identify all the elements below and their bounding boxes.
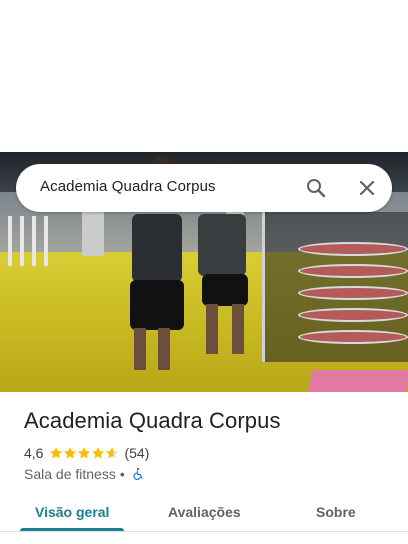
photo-trampoline — [298, 330, 408, 344]
photo-trampoline — [298, 286, 408, 300]
photo-trampoline — [298, 308, 408, 322]
search-bar[interactable]: Academia Quadra Corpus — [16, 164, 392, 212]
rating-value: 4,6 — [24, 445, 44, 461]
photo-trampoline — [298, 242, 408, 256]
place-category[interactable]: Sala de fitness — [24, 466, 116, 482]
tabs-divider — [0, 531, 408, 532]
search-icon[interactable] — [304, 176, 328, 200]
place-title: Academia Quadra Corpus — [24, 408, 281, 433]
tab-reviews[interactable]: Avaliações — [168, 504, 241, 520]
search-input[interactable]: Academia Quadra Corpus — [40, 178, 216, 195]
tab-about[interactable]: Sobre — [316, 504, 356, 520]
star-icon — [50, 447, 63, 459]
star-icon — [92, 447, 105, 459]
star-icon — [78, 447, 91, 459]
separator-dot: • — [119, 466, 125, 482]
tab-overview[interactable]: Visão geral — [35, 504, 109, 520]
photo-bikes — [0, 216, 54, 276]
close-icon[interactable] — [355, 176, 379, 200]
star-half-icon — [106, 447, 119, 459]
wheelchair-icon — [133, 467, 143, 480]
rating-row[interactable]: 4,6 (54) — [24, 444, 149, 462]
review-count[interactable]: (54) — [124, 445, 149, 461]
star-icon — [64, 447, 77, 459]
place-tabs: Visão geral Avaliações Sobre — [0, 496, 408, 544]
photo-trampoline — [298, 264, 408, 278]
photo-mat — [307, 370, 408, 392]
star-rating — [49, 446, 119, 460]
category-row: Sala de fitness • — [24, 466, 145, 482]
